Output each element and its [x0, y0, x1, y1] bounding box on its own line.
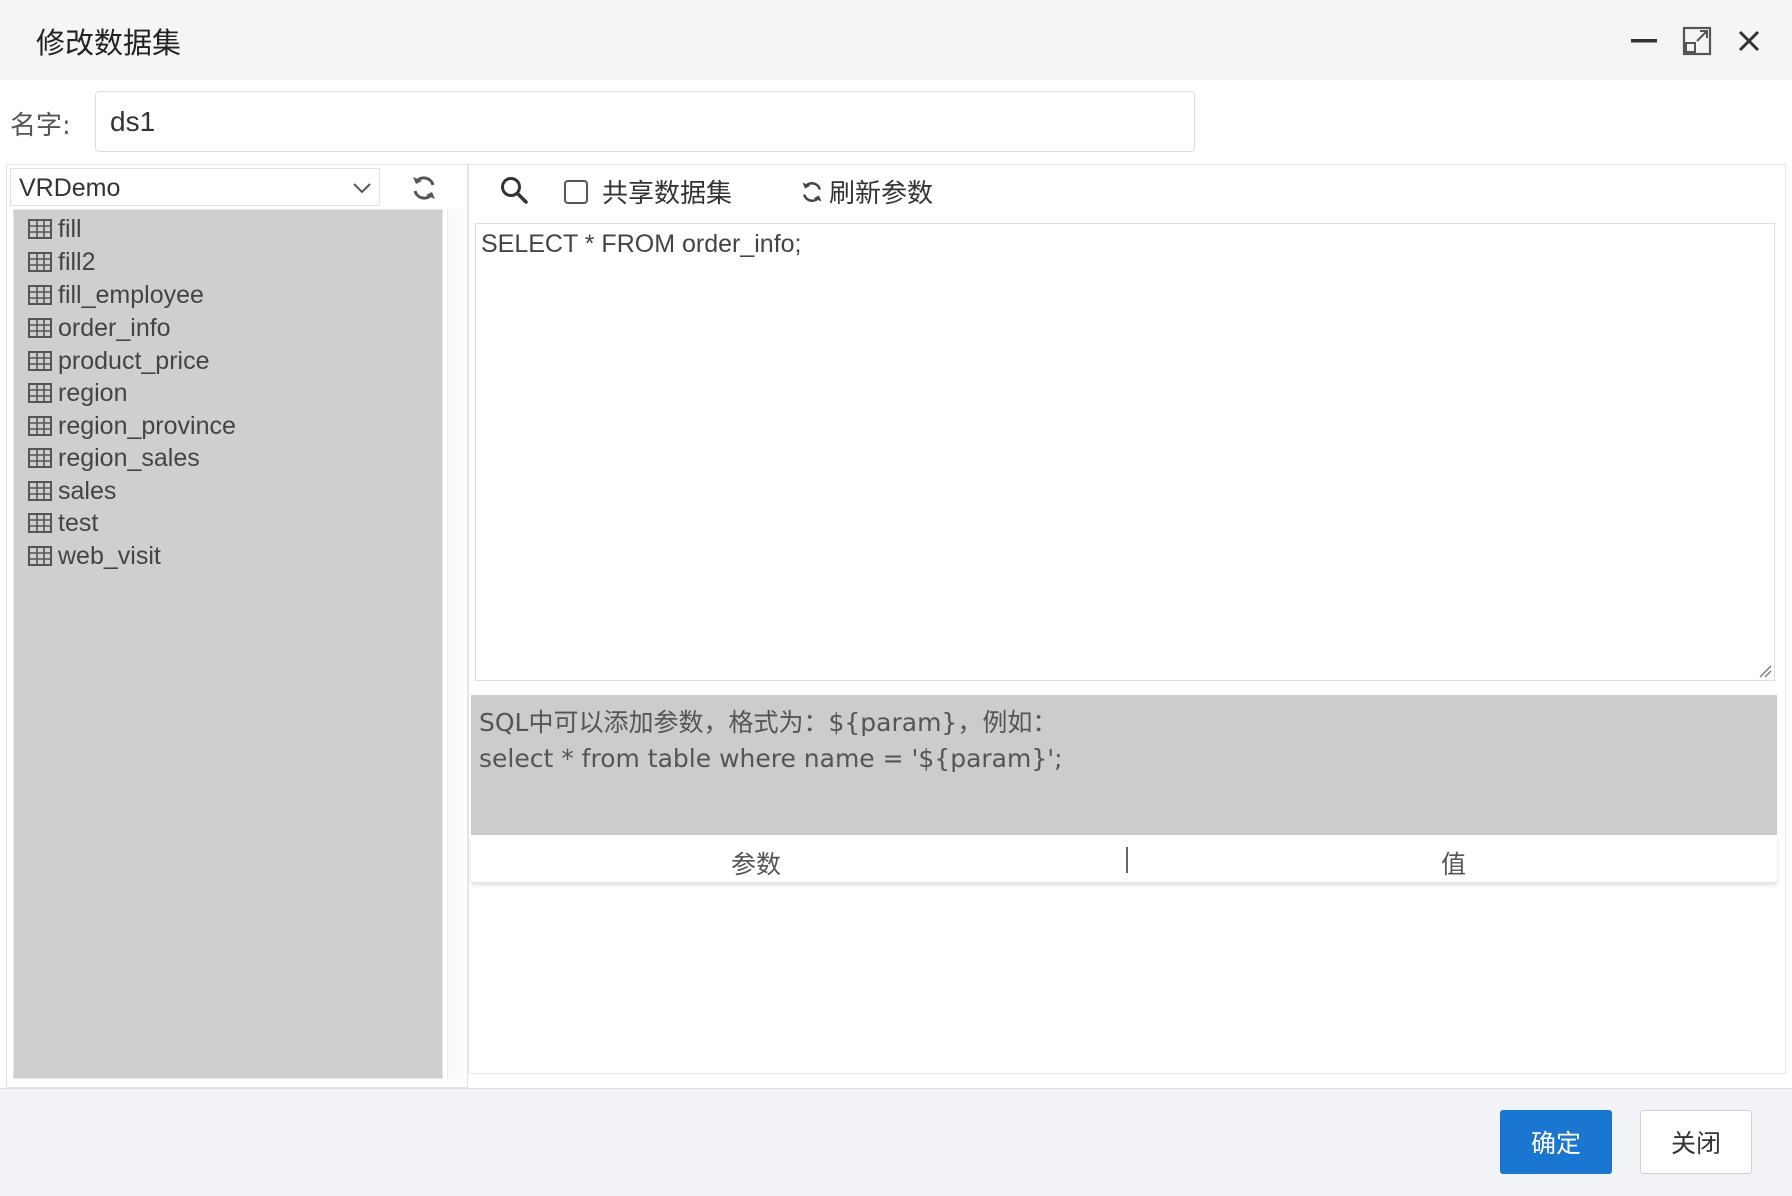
sql-text: SELECT * FROM order_info; — [481, 230, 802, 258]
table-icon — [28, 383, 52, 403]
table-icon — [28, 252, 52, 272]
table-icon — [28, 513, 52, 533]
share-dataset-checkbox[interactable] — [564, 179, 588, 204]
share-dataset-label: 共享数据集 — [602, 179, 733, 209]
maximize-button[interactable] — [1680, 24, 1714, 58]
table-item-product-price[interactable]: product_price — [28, 344, 209, 378]
table-item-region-province[interactable]: region_province — [28, 409, 236, 443]
table-icon — [28, 285, 52, 305]
name-label: 名字: — [10, 111, 71, 141]
table-item-web-visit[interactable]: web_visit — [28, 539, 161, 573]
table-item-label: fill_employee — [58, 280, 204, 309]
params-table-header: 参数 值 — [471, 837, 1777, 883]
table-item-fill-employee[interactable]: fill_employee — [28, 278, 204, 312]
dialog-footer: 确定 关闭 — [0, 1088, 1792, 1196]
refresh-tables-button[interactable] — [409, 173, 439, 203]
edit-dataset-dialog: 修改数据集 名字: VRDemo — [0, 0, 1792, 1196]
dialog-title: 修改数据集 — [36, 26, 182, 60]
refresh-icon — [802, 181, 822, 202]
table-item-fill[interactable]: fill — [28, 212, 82, 246]
hint-line-2: select * from table where name = '${para… — [479, 744, 1063, 773]
table-item-label: product_price — [58, 346, 210, 375]
table-item-label: order_info — [58, 313, 171, 342]
close-icon — [1738, 30, 1760, 52]
table-item-label: sales — [58, 476, 117, 505]
table-item-label: test — [58, 508, 99, 537]
sql-panel: 共享数据集 刷新参数 SELECT * FROM order_info; SQL… — [468, 164, 1786, 1074]
table-icon — [28, 318, 52, 338]
confirm-button[interactable]: 确定 — [1500, 1110, 1612, 1174]
table-list-scrollbar[interactable] — [447, 209, 463, 1079]
search-icon — [501, 177, 528, 204]
table-item-order-info[interactable]: order_info — [28, 311, 171, 345]
table-icon — [28, 481, 52, 501]
column-header-param: 参数 — [731, 850, 782, 879]
minimize-button[interactable] — [1627, 24, 1661, 58]
column-header-value: 值 — [1441, 850, 1467, 879]
minimize-icon — [1631, 39, 1657, 43]
table-item-label: region_sales — [58, 443, 200, 472]
maximize-icon — [1682, 26, 1712, 56]
table-icon — [28, 219, 52, 239]
table-icon — [28, 546, 52, 566]
refresh-params-button[interactable]: 刷新参数 — [799, 173, 933, 210]
datasource-select[interactable]: VRDemo — [10, 168, 380, 206]
chevron-down-icon — [353, 183, 371, 194]
table-item-label: fill2 — [58, 247, 96, 276]
refresh-icon — [413, 176, 435, 200]
table-icon — [28, 351, 52, 371]
table-icon — [28, 448, 52, 468]
table-item-test[interactable]: test — [28, 506, 98, 540]
share-dataset-option: 共享数据集 — [564, 173, 732, 210]
search-button[interactable] — [499, 175, 529, 205]
table-item-fill2[interactable]: fill2 — [28, 245, 96, 279]
datasource-panel: VRDemo fill fill2 fill_employee order_in… — [6, 164, 468, 1088]
table-item-label: web_visit — [58, 541, 161, 570]
column-resize-handle[interactable] — [1126, 847, 1128, 873]
title-bar: 修改数据集 — [0, 0, 1792, 80]
table-item-region[interactable]: region — [28, 376, 128, 410]
table-icon — [28, 416, 52, 436]
close-button[interactable]: 关闭 — [1640, 1110, 1752, 1174]
table-list: fill fill2 fill_employee order_info prod… — [13, 209, 443, 1079]
table-item-label: region — [58, 378, 128, 407]
table-item-sales[interactable]: sales — [28, 474, 116, 508]
sql-param-hint: SQL中可以添加参数，格式为：${param}，例如： select * fro… — [471, 695, 1777, 835]
close-window-button[interactable] — [1732, 24, 1766, 58]
sql-editor[interactable]: SELECT * FROM order_info; — [475, 223, 1775, 681]
datasource-select-value: VRDemo — [19, 174, 121, 202]
table-item-label: fill — [58, 214, 82, 243]
table-item-region-sales[interactable]: region_sales — [28, 441, 200, 475]
resize-grip-icon[interactable] — [1756, 662, 1772, 678]
name-input[interactable] — [95, 91, 1195, 152]
hint-line-1: SQL中可以添加参数，格式为：${param}，例如： — [479, 708, 1058, 737]
table-item-label: region_province — [58, 411, 236, 440]
refresh-params-label: 刷新参数 — [829, 179, 934, 209]
